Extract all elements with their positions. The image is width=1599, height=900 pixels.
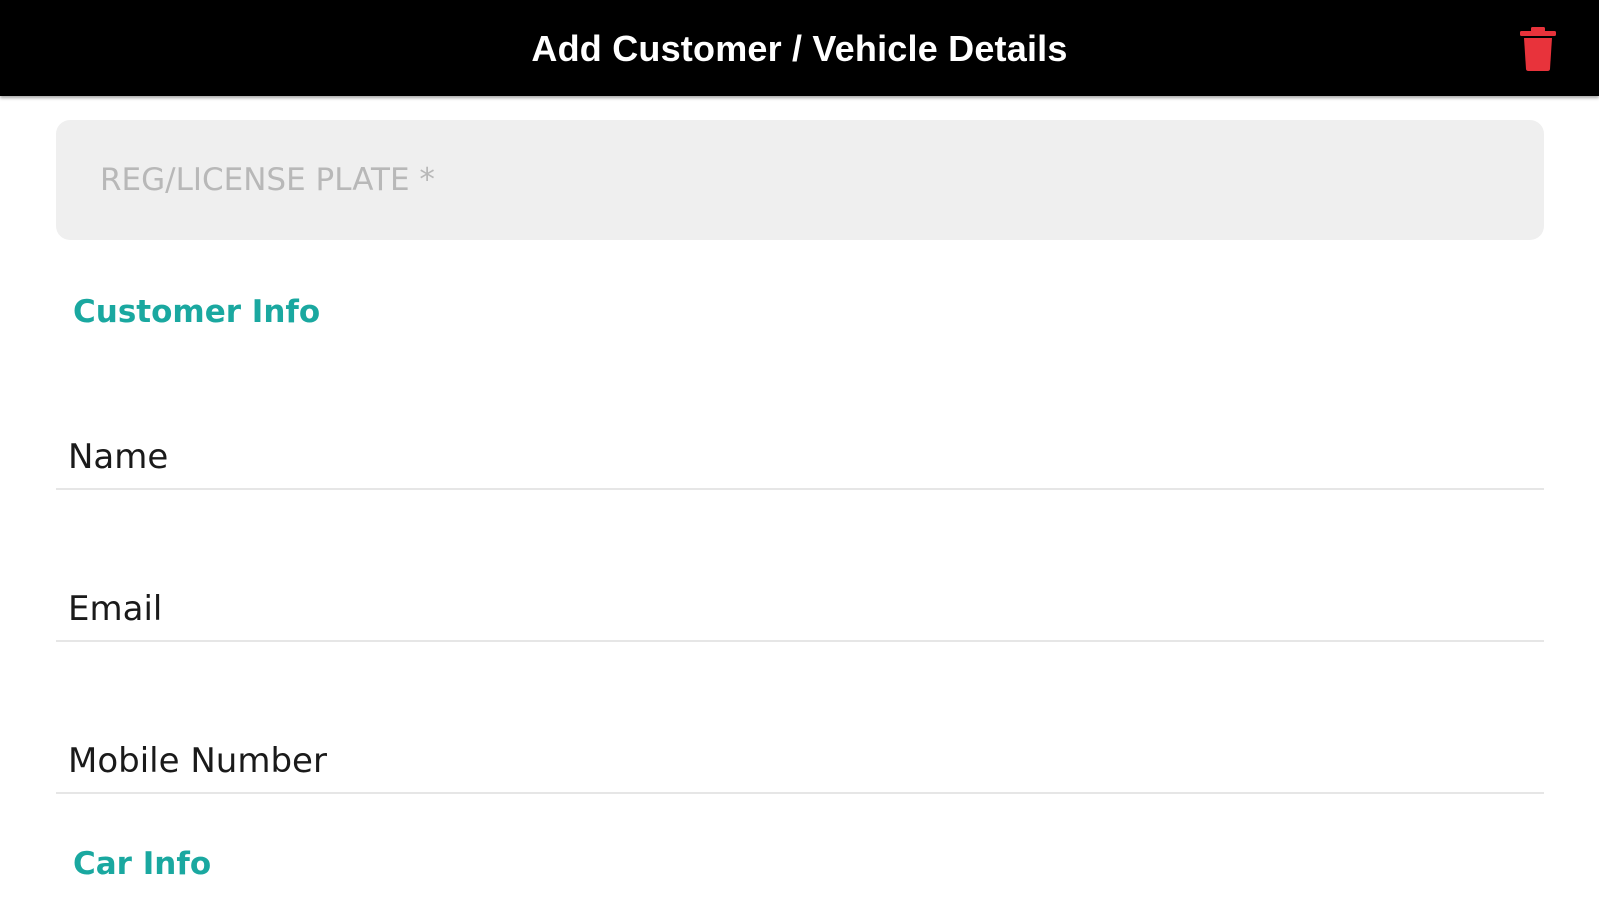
add-customer-screen: Add Customer / Vehicle Details Customer … (0, 0, 1599, 900)
delete-button[interactable] (1518, 26, 1558, 72)
email-input[interactable] (56, 560, 1544, 640)
car-info-heading: Car Info (73, 846, 212, 882)
name-field (56, 408, 1544, 490)
email-field (56, 560, 1544, 642)
mobile-number-input[interactable] (56, 712, 1544, 792)
customer-info-heading: Customer Info (73, 294, 321, 330)
top-bar: Add Customer / Vehicle Details (0, 0, 1599, 96)
name-input[interactable] (56, 408, 1544, 488)
mobile-field (56, 712, 1544, 794)
license-plate-input[interactable] (56, 120, 1544, 240)
trash-icon (1520, 27, 1556, 71)
page-title: Add Customer / Vehicle Details (531, 28, 1068, 69)
